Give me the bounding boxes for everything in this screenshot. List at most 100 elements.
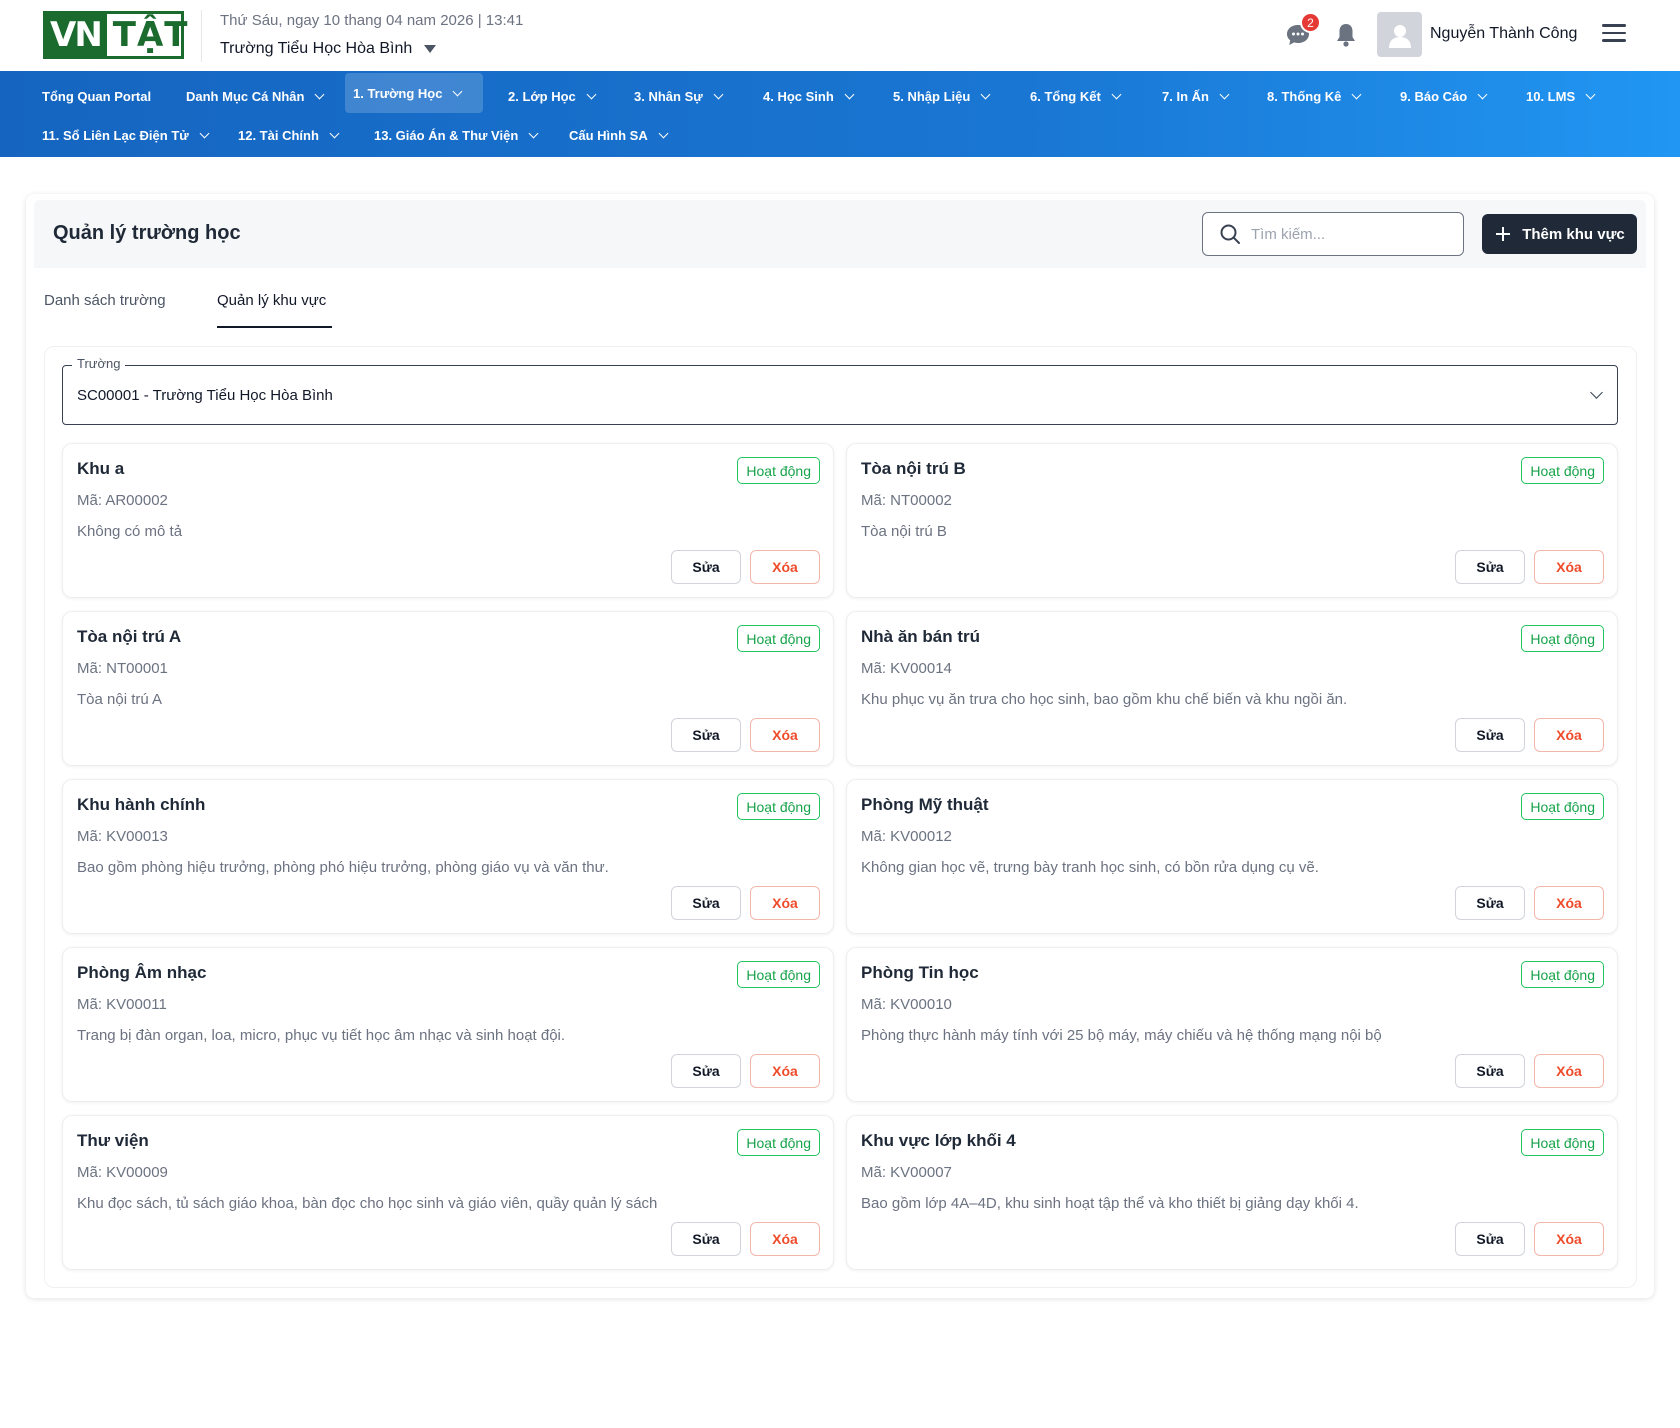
add-area-button[interactable]: Thêm khu vực: [1482, 214, 1637, 254]
chevron-down-icon: [315, 89, 325, 99]
chevron-down-icon: [453, 86, 463, 96]
delete-button[interactable]: Xóa: [1534, 1054, 1604, 1088]
nav-label: Tổng Quan Portal: [42, 88, 152, 104]
bell-icon[interactable]: [1334, 22, 1358, 48]
area-card: Phòng Tin học Hoạt động Mã: KV00010 Phòn…: [846, 947, 1618, 1102]
nav-tong-quan-portal[interactable]: Tổng Quan Portal: [34, 79, 159, 113]
status-badge: Hoạt động: [737, 793, 820, 820]
nav-label: 1. Trường Học: [353, 85, 443, 101]
search-icon: [1220, 224, 1240, 244]
logo-text-right: TẬT: [112, 15, 189, 55]
delete-button[interactable]: Xóa: [750, 1222, 820, 1256]
search-field[interactable]: [1202, 212, 1464, 256]
user-avatar-icon[interactable]: [1377, 12, 1422, 57]
nav-so-lien-lac[interactable]: 11. Sổ Liên Lạc Điện Tử: [34, 118, 216, 152]
edit-button[interactable]: Sửa: [671, 1054, 741, 1088]
area-name: Phòng Mỹ thuật: [861, 795, 989, 814]
edit-button[interactable]: Sửa: [671, 886, 741, 920]
school-switcher[interactable]: Trường Tiểu Học Hòa Bình: [220, 40, 437, 58]
status-badge: Hoạt động: [737, 457, 820, 484]
area-description: Tòa nội trú B: [861, 523, 947, 540]
hamburger-menu-icon[interactable]: [1602, 24, 1626, 44]
nav-bao-cao[interactable]: 9. Báo Cáo: [1392, 79, 1494, 113]
edit-button[interactable]: Sửa: [1455, 718, 1525, 752]
tab-school-list[interactable]: Danh sách trường: [44, 292, 166, 309]
area-code: Mã: KV00010: [861, 996, 952, 1013]
top-header: VN TẬT Thứ Sáu, ngay 10 thang 04 nam 202…: [0, 0, 1680, 71]
nav-label: 9. Báo Cáo: [1400, 88, 1468, 104]
delete-button[interactable]: Xóa: [750, 550, 820, 584]
edit-button[interactable]: Sửa: [1455, 886, 1525, 920]
vntt-logo[interactable]: VN TẬT: [43, 11, 187, 59]
area-code: Mã: KV00012: [861, 828, 952, 845]
user-name[interactable]: Nguyễn Thành Công: [1430, 25, 1577, 43]
delete-button[interactable]: Xóa: [750, 886, 820, 920]
delete-button[interactable]: Xóa: [750, 1054, 820, 1088]
current-date: Thứ Sáu, ngay 10 thang 04 nam 2026 | 13:…: [220, 12, 524, 29]
chevron-down-icon: [1111, 89, 1122, 99]
search-input[interactable]: [1251, 225, 1451, 243]
delete-button[interactable]: Xóa: [1534, 886, 1604, 920]
area-description: Bao gồm lớp 4A–4D, khu sinh hoạt tập thể…: [861, 1195, 1359, 1212]
area-name: Thư viện: [77, 1131, 149, 1150]
page-title: Quản lý trường học: [53, 222, 241, 244]
area-description: Không có mô tả: [77, 523, 183, 540]
area-code: Mã: NT00001: [77, 660, 168, 677]
edit-button[interactable]: Sửa: [1455, 550, 1525, 584]
nav-label: 6. Tổng Kết: [1030, 88, 1101, 104]
status-badge: Hoạt động: [1521, 625, 1604, 652]
area-card: Phòng Mỹ thuật Hoạt động Mã: KV00012 Khô…: [846, 779, 1618, 934]
plus-icon: [1496, 227, 1511, 241]
chevron-down-icon: [1219, 89, 1230, 99]
nav-truong-hoc[interactable]: 1. Trường Học: [345, 73, 483, 113]
nav-in-an[interactable]: 7. In Ấn: [1154, 79, 1236, 113]
nav-lms[interactable]: 10. LMS: [1518, 79, 1602, 113]
area-description: Tòa nội trú A: [77, 691, 163, 708]
nav-nhap-lieu[interactable]: 5. Nhập Liệu: [885, 79, 997, 113]
area-card: Khu vực lớp khối 4 Hoạt động Mã: KV00007…: [846, 1115, 1618, 1270]
area-card: Tòa nội trú A Hoạt động Mã: NT00001 Tòa …: [62, 611, 834, 766]
chevron-down-icon: [329, 128, 340, 138]
status-badge: Hoạt động: [737, 625, 820, 652]
add-area-label: Thêm khu vực: [1522, 225, 1625, 243]
nav-label: 10. LMS: [1526, 88, 1576, 104]
area-code: Mã: NT00002: [861, 492, 952, 509]
nav-cau-hinh-sa[interactable]: Cấu Hình SA: [561, 118, 675, 152]
nav-tong-ket[interactable]: 6. Tổng Kết: [1022, 79, 1128, 113]
edit-button[interactable]: Sửa: [1455, 1054, 1525, 1088]
status-badge: Hoạt động: [1521, 1129, 1604, 1156]
area-description: Không gian học vẽ, trưng bày tranh học s…: [861, 859, 1319, 876]
nav-lop-hoc[interactable]: 2. Lớp Học: [500, 79, 603, 113]
chevron-down-icon: [528, 128, 539, 138]
nav-label: 12. Tài Chính: [238, 127, 319, 143]
area-card: Thư viện Hoạt động Mã: KV00009 Khu đọc s…: [62, 1115, 834, 1270]
area-code: Mã: AR00002: [77, 492, 168, 509]
area-name: Phòng Âm nhạc: [77, 963, 207, 982]
nav-giao-an-thu-vien[interactable]: 13. Giáo Án & Thư Viện: [366, 118, 545, 152]
area-name: Tòa nội trú A: [77, 627, 182, 646]
nav-hoc-sinh[interactable]: 4. Học Sinh: [755, 79, 861, 113]
area-description: Trang bị đàn organ, loa, micro, phục vụ …: [77, 1027, 566, 1044]
nav-label: 2. Lớp Học: [508, 88, 576, 104]
edit-button[interactable]: Sửa: [671, 718, 741, 752]
chevron-down-icon: [1351, 89, 1362, 99]
nav-label: 11. Sổ Liên Lạc Điện Tử: [42, 127, 189, 143]
delete-button[interactable]: Xóa: [1534, 550, 1604, 584]
chevron-down-icon: [658, 128, 669, 138]
edit-button[interactable]: Sửa: [1455, 1222, 1525, 1256]
nav-danh-muc-ca-nhan[interactable]: Danh Mục Cá Nhân: [178, 79, 331, 113]
edit-button[interactable]: Sửa: [671, 550, 741, 584]
nav-thong-ke[interactable]: 8. Thống Kê: [1259, 79, 1368, 113]
area-name: Khu vực lớp khối 4: [861, 1131, 1016, 1150]
delete-button[interactable]: Xóa: [750, 718, 820, 752]
nav-label: 3. Nhân Sự: [634, 88, 703, 104]
nav-tai-chinh[interactable]: 12. Tài Chính: [230, 118, 346, 152]
nav-nhan-su[interactable]: 3. Nhân Sự: [626, 79, 730, 113]
area-name: Khu a: [77, 459, 125, 478]
delete-button[interactable]: Xóa: [1534, 718, 1604, 752]
tab-area-management[interactable]: Quản lý khu vực: [217, 292, 326, 309]
chevron-down-icon: [199, 128, 210, 138]
area-name: Nhà ăn bán trú: [861, 627, 981, 646]
delete-button[interactable]: Xóa: [1534, 1222, 1604, 1256]
edit-button[interactable]: Sửa: [671, 1222, 741, 1256]
